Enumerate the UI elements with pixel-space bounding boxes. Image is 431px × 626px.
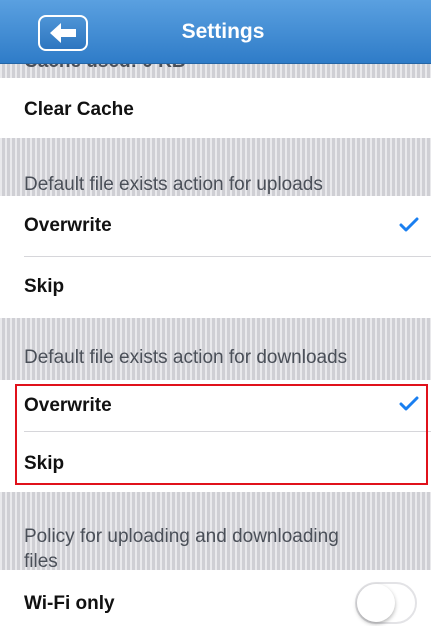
checkmark-icon xyxy=(399,396,419,411)
uploads-skip-label: Skip xyxy=(24,276,65,297)
downloads-overwrite-label: Overwrite xyxy=(24,395,112,416)
uploads-section-label: Default file exists action for uploads xyxy=(24,174,323,195)
uploads-skip-row[interactable]: Skip xyxy=(0,257,431,318)
uploads-overwrite-label: Overwrite xyxy=(24,215,112,236)
downloads-section-header: Default file exists action for downloads xyxy=(0,318,431,380)
downloads-overwrite-row[interactable]: Overwrite xyxy=(0,380,431,432)
uploads-overwrite-row[interactable]: Overwrite xyxy=(0,196,431,257)
checkmark-icon xyxy=(399,217,419,232)
wifi-only-label: Wi-Fi only xyxy=(24,593,115,614)
downloads-section-label: Default file exists action for downloads xyxy=(24,347,348,368)
clear-cache-label: Clear Cache xyxy=(24,99,134,120)
page-title: Settings xyxy=(181,20,265,43)
navigation-bar: Settings xyxy=(0,0,431,64)
wifi-only-toggle[interactable] xyxy=(355,582,417,624)
policy-section-header: Policy for uploading and downloading fil… xyxy=(0,492,431,572)
policy-section-label-line1: Policy for uploading and downloading xyxy=(24,526,339,547)
uploads-section-header: Default file exists action for uploads xyxy=(0,138,431,196)
clear-cache-row[interactable]: Clear Cache xyxy=(0,78,431,138)
downloads-skip-row[interactable]: Skip xyxy=(0,432,431,492)
downloads-skip-label: Skip xyxy=(24,453,65,474)
toggle-knob xyxy=(357,584,395,622)
wifi-only-row[interactable]: Wi-Fi only xyxy=(0,570,431,626)
